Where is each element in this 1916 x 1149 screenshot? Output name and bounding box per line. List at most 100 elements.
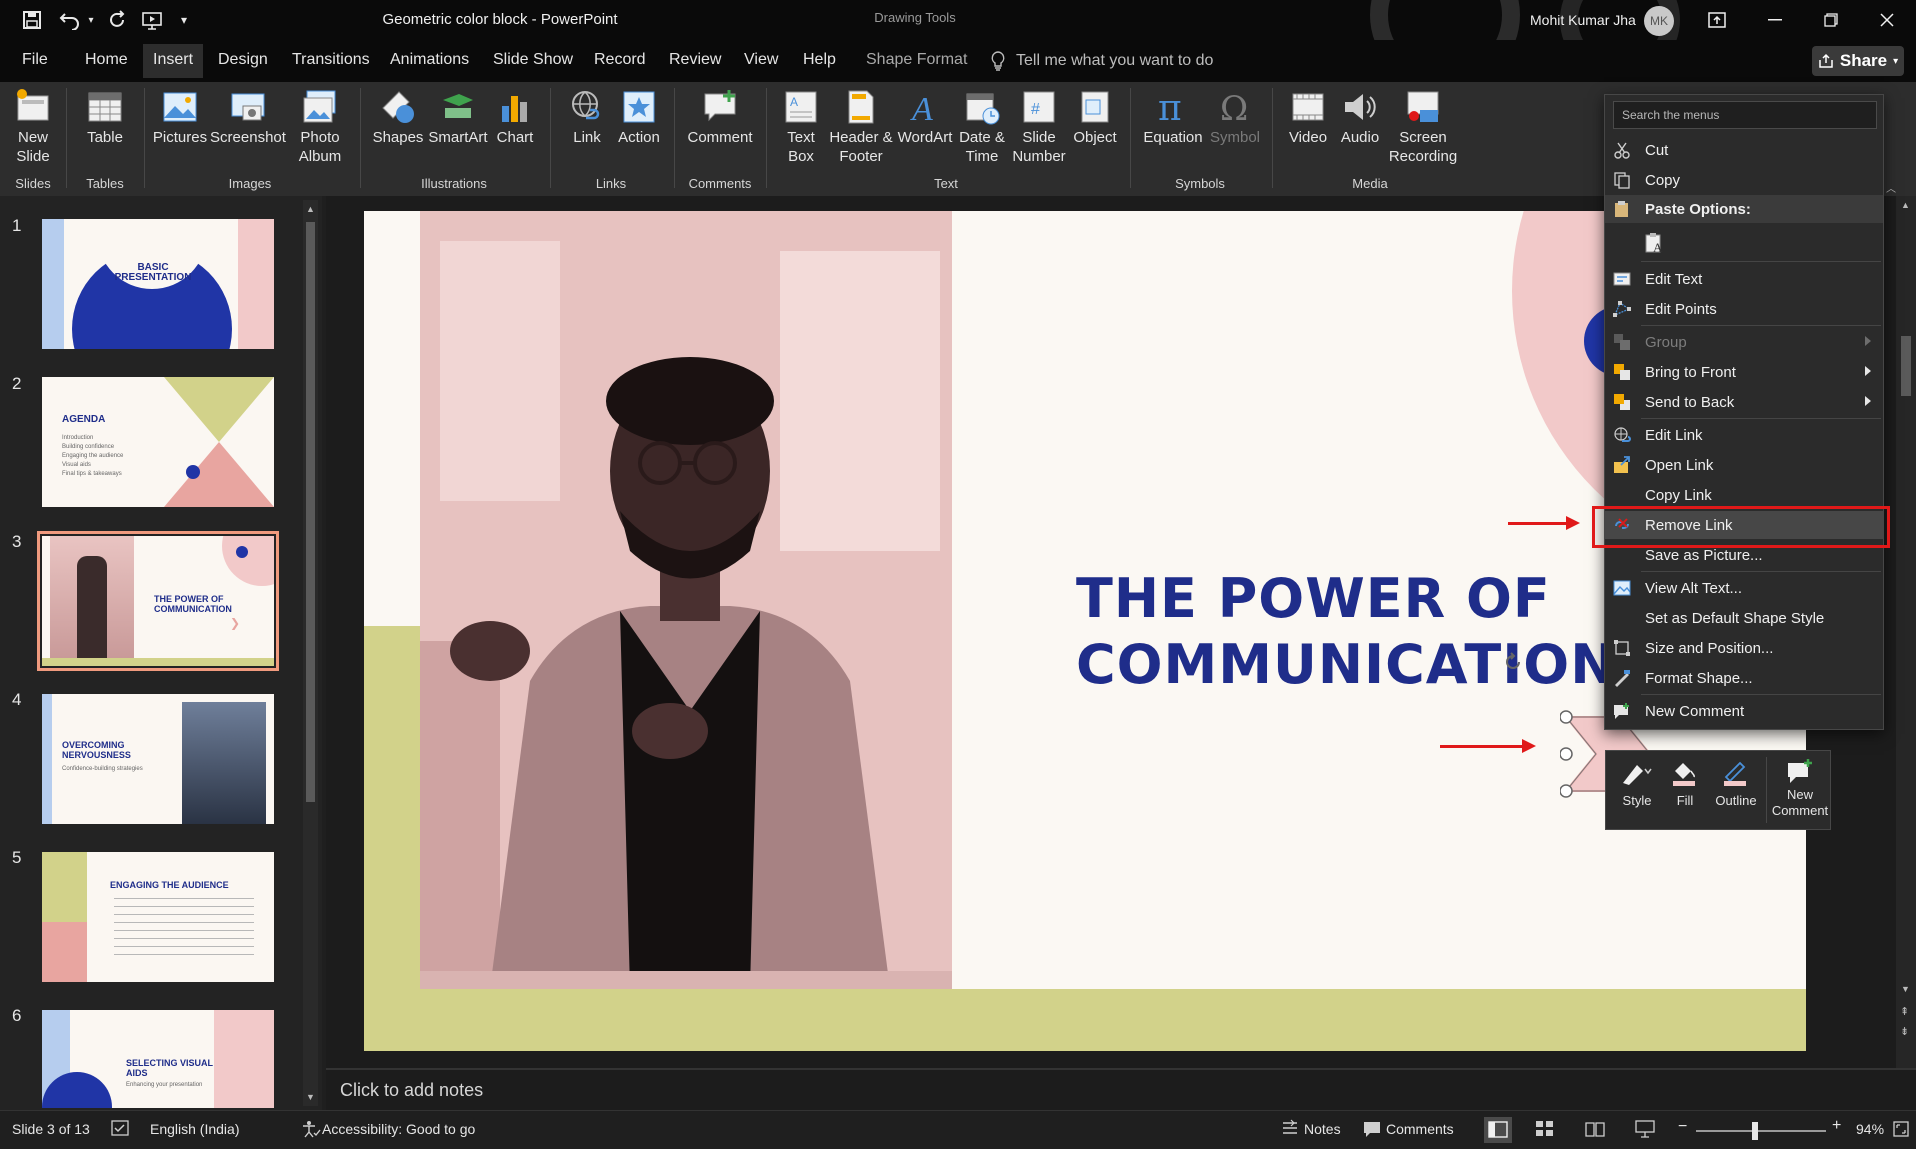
accessibility-status[interactable]: Accessibility: Good to go [322,1121,475,1137]
text-box-button[interactable]: A Text Box [776,88,826,166]
previous-slide-icon[interactable]: ⇞ [1900,1006,1909,1018]
slide-thumbnail-3[interactable]: THE POWER OF COMMUNICATION ❯ [37,531,279,671]
notes-toggle[interactable]: Notes [1304,1121,1341,1137]
menu-item-copy[interactable]: Copy [1605,166,1883,194]
menu-item-copy-link[interactable]: Copy Link [1605,481,1883,509]
speaker-photo[interactable] [420,211,952,989]
menu-item-send-to-back[interactable]: Send to Back [1605,388,1883,416]
video-button[interactable]: Video [1282,88,1334,147]
notes-pane[interactable]: Click to add notes [326,1070,1916,1110]
fit-to-window-icon[interactable] [1892,1119,1910,1139]
menu-item-size-and-position[interactable]: Size and Position... [1605,634,1883,662]
smartart-button[interactable]: SmartArt [426,88,490,147]
rotate-handle-icon[interactable] [1502,651,1524,673]
reading-view-icon[interactable] [1584,1119,1606,1139]
slide-thumbnail-6[interactable]: SELECTING VISUAL AIDS Enhancing your pre… [42,1010,274,1108]
close-icon[interactable] [1858,0,1916,40]
resize-handle[interactable] [1560,784,1573,798]
menu-item-group[interactable]: Group [1605,328,1883,356]
outline-button[interactable]: Outline [1710,759,1762,808]
tab-slide-show[interactable]: Slide Show [493,51,573,69]
comments-toggle[interactable]: Comments [1386,1121,1454,1137]
slide-title[interactable]: THE POWER OF COMMUNICATION [1076,566,1616,698]
current-slide[interactable]: THE POWER OF COMMUNICATION [364,211,1806,1051]
scroll-down-icon[interactable]: ▼ [306,1092,315,1102]
tab-file[interactable]: File [22,51,48,69]
wordart-button[interactable]: A WordArt [896,88,954,147]
slide-thumbnail-5[interactable]: ENGAGING THE AUDIENCE [42,852,274,982]
object-button[interactable]: Object [1068,88,1122,147]
tab-home[interactable]: Home [85,51,128,69]
scrollbar-thumb[interactable] [1901,336,1911,396]
ribbon-display-options-icon[interactable] [1688,0,1746,40]
tab-view[interactable]: View [744,51,778,69]
shapes-button[interactable]: Shapes [370,88,426,147]
date-time-button[interactable]: Date & Time [954,88,1010,166]
collapse-ribbon-icon[interactable]: ︿ [1886,180,1896,195]
paste-keep-text-only-icon[interactable]: A [1643,231,1669,255]
resize-handle[interactable] [1560,710,1573,724]
menu-item-edit-points[interactable]: Edit Points [1605,295,1883,323]
menu-search-input[interactable]: Search the menus [1613,101,1877,129]
slide-number-button[interactable]: # Slide Number [1010,88,1068,166]
slide-thumbnail-4[interactable]: OVERCOMING NERVOUSNESS Confidence-buildi… [42,694,274,824]
menu-item-set-default-shape-style[interactable]: Set as Default Shape Style [1605,604,1883,632]
minimize-icon[interactable] [1746,0,1804,40]
table-button[interactable]: Table [80,88,130,147]
share-button[interactable]: Share ▾ [1812,46,1904,76]
zoom-level[interactable]: 94% [1856,1121,1884,1137]
menu-item-new-comment[interactable]: New Comment [1605,697,1883,725]
zoom-in-icon[interactable]: + [1832,1117,1841,1135]
scrollbar-thumb[interactable] [306,222,315,802]
tab-transitions[interactable]: Transitions [292,51,370,69]
menu-item-open-link[interactable]: Open Link [1605,451,1883,479]
scroll-up-icon[interactable]: ▲ [306,204,315,214]
tab-shape-format[interactable]: Shape Format [866,51,967,69]
equation-button[interactable]: π Equation [1140,88,1206,147]
screen-recording-button[interactable]: Screen Recording [1386,88,1460,166]
audio-button[interactable]: Audio [1334,88,1386,147]
menu-item-edit-text[interactable]: Edit Text [1605,265,1883,293]
next-slide-icon[interactable]: ⇟ [1900,1026,1909,1038]
style-button[interactable]: Style [1614,759,1660,808]
menu-item-edit-link[interactable]: Edit Link [1605,421,1883,449]
zoom-slider[interactable] [1696,1130,1826,1132]
avatar[interactable]: MK [1644,6,1674,36]
slide-thumbnail-2[interactable]: AGENDA Introduction Building confidence … [42,377,274,507]
scroll-down-icon[interactable]: ▼ [1901,984,1910,994]
action-button[interactable]: Action [614,88,664,147]
new-comment-button[interactable]: New Comment [1770,757,1830,819]
comment-button[interactable]: Comment [684,88,756,147]
tab-insert[interactable]: Insert [143,44,204,78]
restore-icon[interactable] [1802,0,1860,40]
language-indicator[interactable]: English (India) [150,1121,240,1137]
chart-button[interactable]: Chart [490,88,540,147]
menu-item-bring-to-front[interactable]: Bring to Front [1605,358,1883,386]
photo-album-button[interactable]: Photo Album [292,88,348,166]
slide-sorter-icon[interactable] [1534,1119,1556,1139]
slide-show-icon[interactable] [1634,1119,1656,1139]
tab-design[interactable]: Design [218,51,268,69]
normal-view-button[interactable] [1484,1117,1512,1143]
tab-record[interactable]: Record [594,51,646,69]
pictures-button[interactable]: Pictures [152,88,208,147]
header-footer-button[interactable]: Header & Footer [826,88,896,166]
resize-handle[interactable] [1560,747,1573,761]
user-name[interactable]: Mohit Kumar Jha [1530,12,1636,28]
tab-animations[interactable]: Animations [390,51,469,69]
spelling-check-icon[interactable] [110,1119,132,1139]
fill-button[interactable]: Fill [1664,759,1706,808]
menu-item-cut[interactable]: Cut [1605,136,1883,164]
menu-item-view-alt-text[interactable]: View Alt Text... [1605,574,1883,602]
editor-scrollbar[interactable]: ▲ ▼ ⇞ ⇟ [1896,196,1916,1068]
tell-me-search[interactable]: Tell me what you want to do [990,51,1213,71]
menu-item-format-shape[interactable]: Format Shape... [1605,664,1883,692]
new-slide-button[interactable]: New Slide [8,88,58,166]
link-button[interactable]: Link [562,88,612,147]
scroll-up-icon[interactable]: ▲ [1901,200,1910,210]
screenshot-button[interactable]: Screenshot [210,88,286,147]
symbol-button[interactable]: Ω Symbol [1206,88,1264,147]
tab-review[interactable]: Review [669,51,721,69]
zoom-slider-thumb[interactable] [1752,1122,1758,1140]
zoom-out-icon[interactable]: − [1678,1118,1687,1136]
